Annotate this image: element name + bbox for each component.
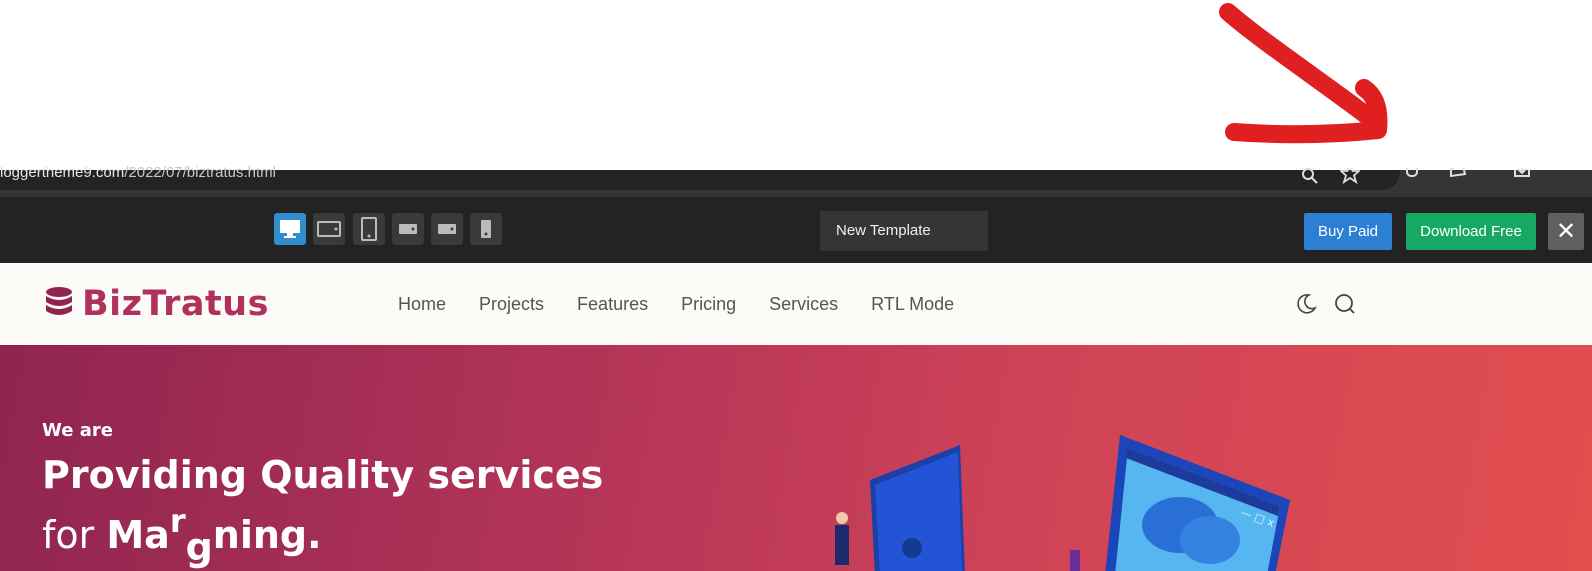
main-nav: Home Projects Features Pricing Services … (398, 263, 987, 345)
hero-animated-word: Margning. (106, 502, 322, 569)
hero-subtitle: for Margning. (42, 502, 322, 569)
nav-home[interactable]: Home (398, 294, 446, 315)
phone-landscape-small-icon (438, 224, 456, 234)
phone-portrait-icon (481, 220, 491, 238)
close-preview-button[interactable]: ✕ (1548, 213, 1584, 250)
browser-address-bar: loggertheme9.com/2022/07/biztratus.html (0, 164, 1592, 197)
download-free-button[interactable]: Download Free (1406, 213, 1536, 250)
tablet-landscape-icon (317, 221, 341, 237)
url-field[interactable]: loggertheme9.com/2022/07/biztratus.html (0, 164, 1400, 190)
download-icon[interactable] (1512, 168, 1532, 188)
nav-features[interactable]: Features (577, 294, 648, 315)
annotation-area (0, 0, 1592, 170)
tablet-landscape-view-button[interactable] (313, 213, 345, 245)
site-logo[interactable]: BizTratus (44, 281, 269, 327)
template-selector[interactable]: New Template (820, 211, 988, 251)
red-arrow-annotation (1219, 3, 1388, 144)
phone-landscape-view-button[interactable] (392, 213, 424, 245)
template-preview-bar: New Template Buy Paid Download Free ✕ (0, 197, 1592, 263)
hero-pretitle: We are (42, 420, 113, 441)
bookmark-star-icon[interactable] (1340, 168, 1360, 188)
url-text: loggertheme9.com/2022/07/biztratus.html (0, 164, 276, 181)
buy-paid-button[interactable]: Buy Paid (1304, 213, 1392, 250)
nav-pricing[interactable]: Pricing (681, 294, 736, 315)
tablet-portrait-icon (361, 217, 377, 241)
hero-title: Providing Quality services (42, 453, 604, 497)
nav-services[interactable]: Services (769, 294, 838, 315)
database-icon (46, 287, 72, 315)
tablet-portrait-view-button[interactable] (353, 213, 385, 245)
nav-rtl-mode[interactable]: RTL Mode (871, 294, 954, 315)
phone-portrait-view-button[interactable] (470, 213, 502, 245)
hero-illustration: — □ x (835, 435, 1290, 571)
zoom-icon[interactable] (1300, 168, 1320, 188)
hero-section: We are Providing Quality services for Ma… (0, 345, 1592, 571)
phone-landscape-icon (399, 224, 417, 234)
extension-icon[interactable] (1402, 168, 1422, 188)
desktop-view-button[interactable] (274, 213, 306, 245)
logo-text: BizTratus (82, 284, 269, 324)
nav-projects[interactable]: Projects (479, 294, 544, 315)
dark-mode-moon-icon[interactable] (1295, 293, 1317, 315)
puzzle-icon[interactable] (1448, 168, 1468, 188)
hero-sub-for: for (42, 513, 95, 557)
search-icon[interactable] (1334, 293, 1356, 315)
desktop-icon (280, 220, 300, 238)
phone-landscape-small-view-button[interactable] (431, 213, 463, 245)
site-header: BizTratus Home Projects Features Pricing… (0, 263, 1592, 345)
